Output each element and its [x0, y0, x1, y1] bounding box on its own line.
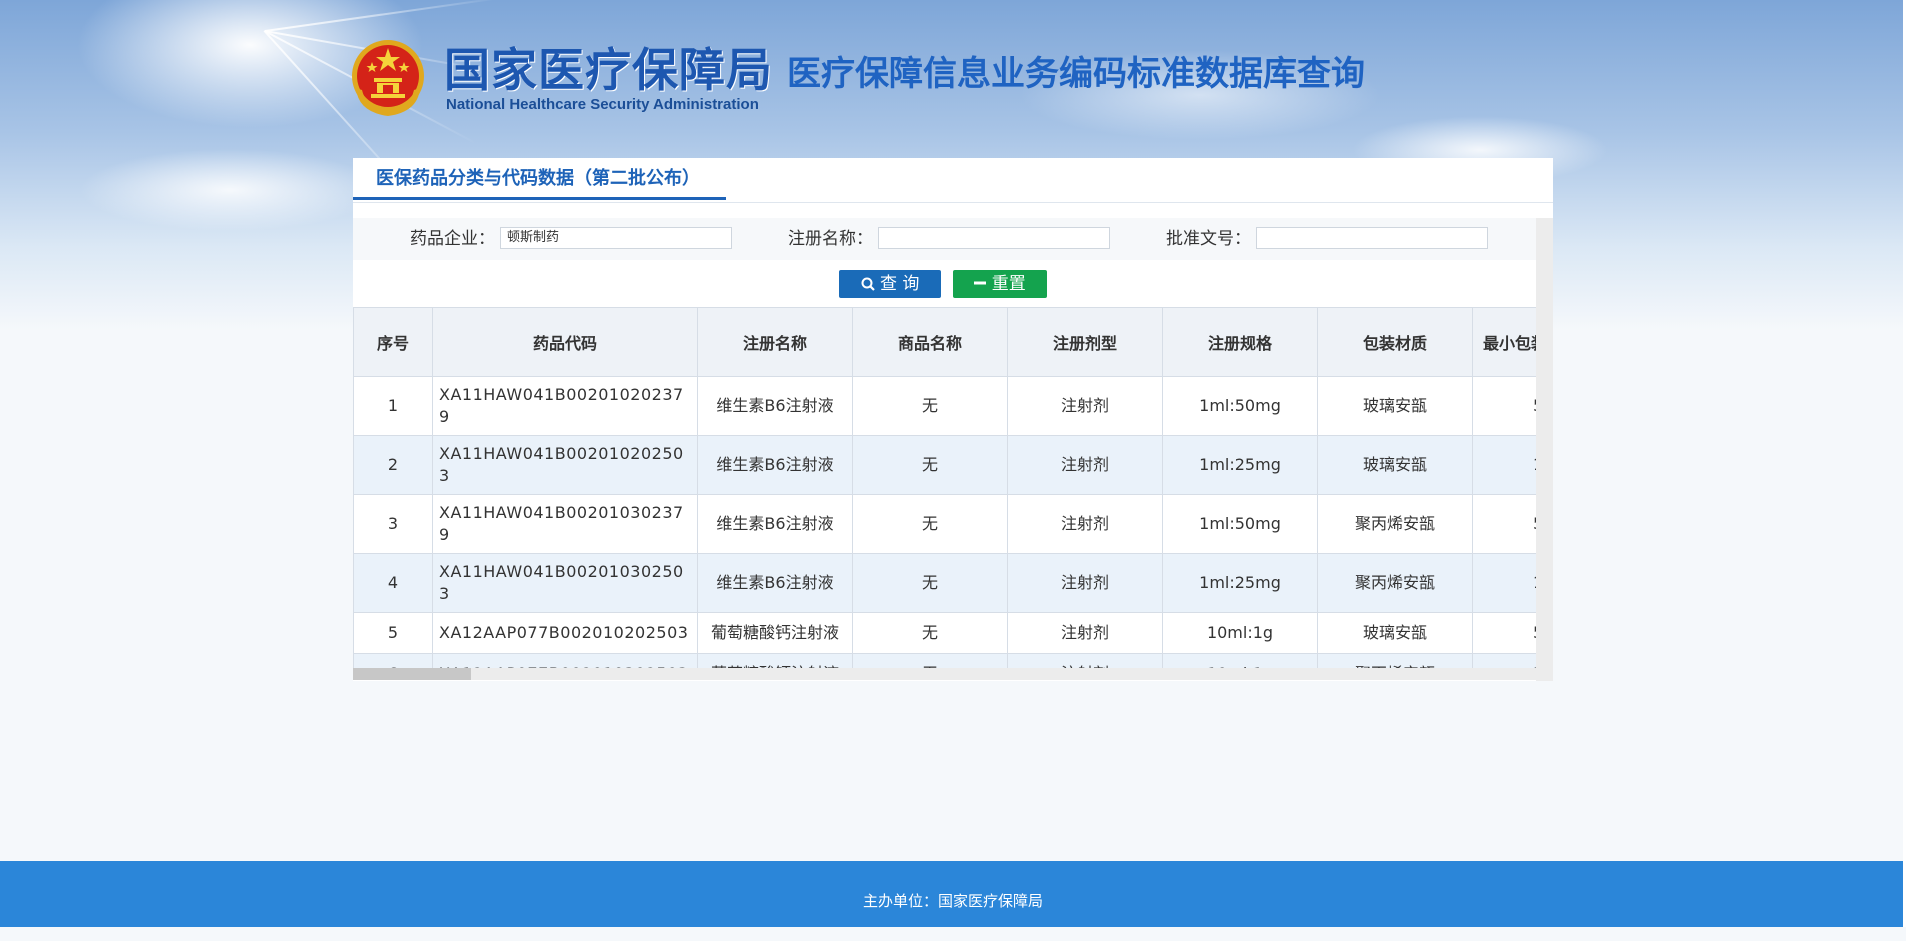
column-header: 序号 — [353, 307, 433, 377]
table-row[interactable]: 5 XA12AAP077B002010202503 葡萄糖酸钙注射液 无 注射剂… — [353, 612, 1536, 654]
table-cell: 聚丙烯安瓿 — [1317, 494, 1473, 554]
table-cell: 5 — [1472, 612, 1536, 654]
table-cell: XA12AAP077B002010202503 — [432, 612, 698, 654]
approval-label: 批准文号： — [1166, 229, 1251, 249]
regname-input[interactable] — [878, 227, 1110, 249]
table-cell: 注射剂 — [1007, 435, 1163, 495]
table-cell: 1ml:50mg — [1162, 376, 1318, 436]
table-cell: 葡萄糖酸钙注射液 — [697, 612, 853, 654]
scrollbar-thumb[interactable] — [353, 668, 471, 680]
table-cell: 维生素B6注射液 — [697, 435, 853, 495]
table-cell: 无 — [852, 494, 1008, 554]
table-cell: 无 — [852, 553, 1008, 613]
column-header: 最小包装 — [1472, 307, 1536, 377]
table-cell: 10ml:1g — [1162, 612, 1318, 654]
table-cell: 聚丙烯安瓿 — [1317, 553, 1473, 613]
column-header: 注册名称 — [697, 307, 853, 377]
table-row[interactable]: 2 XA11HAW041B002010202503 维生素B6注射液 无 注射剂… — [353, 435, 1536, 495]
site-title-english: National Healthcare Security Administrat… — [446, 96, 759, 113]
column-header: 注册剂型 — [1007, 307, 1163, 377]
table-cell: 5 — [1472, 376, 1536, 436]
table-row[interactable]: 4 XA11HAW041B002010302503 维生素B6注射液 无 注射剂… — [353, 553, 1536, 613]
site-title: 国家医疗保障局 — [444, 43, 773, 97]
table-cell: 注射剂 — [1007, 376, 1163, 436]
column-header: 包装材质 — [1317, 307, 1473, 377]
table-cell: 注射剂 — [1007, 612, 1163, 654]
table-cell: 维生素B6注射液 — [697, 553, 853, 613]
table-row[interactable]: 3 XA11HAW041B002010302379 维生素B6注射液 无 注射剂… — [353, 494, 1536, 554]
table-row[interactable]: 1 XA11HAW041B002010202379 维生素B6注射液 无 注射剂… — [353, 376, 1536, 436]
reset-button[interactable]: 重置 — [953, 270, 1047, 298]
table-cell: 1 — [1472, 435, 1536, 495]
table-cell: 1ml:50mg — [1162, 494, 1318, 554]
tab-bar: 医保药品分类与代码数据（第二批公布） — [353, 158, 1553, 203]
horizontal-scrollbar[interactable] — [353, 668, 1536, 680]
column-header: 药品代码 — [432, 307, 698, 377]
table-row[interactable]: 6 XA12AAP077B002010302503 葡萄糖酸钙注射液 无 注射剂… — [353, 653, 1536, 668]
results-table: 序号 药品代码 注册名称 商品名称 注册剂型 注册规格 包装材质 最小包装 1 … — [353, 307, 1536, 668]
table-cell: 1ml:25mg — [1162, 435, 1318, 495]
query-panel: 医保药品分类与代码数据（第二批公布） 药品企业： 注册名称： 批准文号： 顿斯制… — [353, 158, 1553, 681]
table-cell: 玻璃安瓿 — [1317, 612, 1473, 654]
table-header-row: 序号 药品代码 注册名称 商品名称 注册剂型 注册规格 包装材质 最小包装 — [353, 307, 1536, 377]
table-cell: 无 — [852, 376, 1008, 436]
query-button-label: 查 询 — [880, 274, 920, 294]
sun-ray — [265, 0, 503, 32]
table-cell: XA12AAP077B002010302503 — [432, 653, 698, 668]
table-cell: XA11HAW041B002010202379 — [432, 376, 698, 436]
table-cell: XA11HAW041B002010302379 — [432, 494, 698, 554]
table-cell: 聚丙烯安瓿 — [1317, 653, 1473, 668]
table-cell: 10ml:1g — [1162, 653, 1318, 668]
footer: 主办单位：国家医疗保障局 — [0, 861, 1906, 927]
company-input[interactable]: 顿斯制药 — [500, 227, 732, 249]
company-label: 药品企业： — [410, 229, 495, 249]
table-cell: 1 — [1472, 553, 1536, 613]
table-cell: 注射剂 — [1007, 494, 1163, 554]
site-subtitle: 医疗保障信息业务编码标准数据库查询 — [787, 54, 1365, 94]
table-cell: 5 — [353, 612, 433, 654]
footer-text: 主办单位：国家医疗保障局 — [862, 892, 1043, 910]
table-cell: 无 — [852, 653, 1008, 668]
table-cell: 玻璃安瓿 — [1317, 435, 1473, 495]
table-cell: 注射剂 — [1007, 653, 1163, 668]
table-cell: 2 — [353, 435, 433, 495]
table-cell: 1ml:25mg — [1162, 553, 1318, 613]
table-cell: XA11HAW041B002010202503 — [432, 435, 698, 495]
table-cell: 无 — [852, 612, 1008, 654]
vertical-scrollbar[interactable] — [1536, 218, 1553, 681]
query-button[interactable]: 查 询 — [839, 270, 941, 298]
search-icon — [861, 277, 875, 291]
table-cell: 1 — [353, 376, 433, 436]
table-cell: 4 — [353, 553, 433, 613]
table-cell: 葡萄糖酸钙注射液 — [697, 653, 853, 668]
table-cell: 玻璃安瓿 — [1317, 376, 1473, 436]
approval-input[interactable] — [1256, 227, 1488, 249]
table-cell: 5 — [1472, 653, 1536, 668]
table-cell: 3 — [353, 494, 433, 554]
table-cell: 6 — [353, 653, 433, 668]
table-cell: 维生素B6注射液 — [697, 376, 853, 436]
results-table-container[interactable]: 序号 药品代码 注册名称 商品名称 注册剂型 注册规格 包装材质 最小包装 1 … — [353, 307, 1536, 668]
column-header: 商品名称 — [852, 307, 1008, 377]
tab-drug-classification[interactable]: 医保药品分类与代码数据（第二批公布） — [353, 158, 726, 200]
table-cell: 5 — [1472, 494, 1536, 554]
table-cell: 无 — [852, 435, 1008, 495]
table-cell: XA11HAW041B002010302503 — [432, 553, 698, 613]
national-emblem-icon — [352, 40, 424, 116]
reset-button-label: 重置 — [991, 274, 1026, 294]
button-row — [353, 264, 1536, 300]
table-cell: 注射剂 — [1007, 553, 1163, 613]
minus-icon — [974, 281, 987, 285]
column-header: 注册规格 — [1162, 307, 1318, 377]
table-cell: 维生素B6注射液 — [697, 494, 853, 554]
regname-label: 注册名称： — [788, 229, 873, 249]
